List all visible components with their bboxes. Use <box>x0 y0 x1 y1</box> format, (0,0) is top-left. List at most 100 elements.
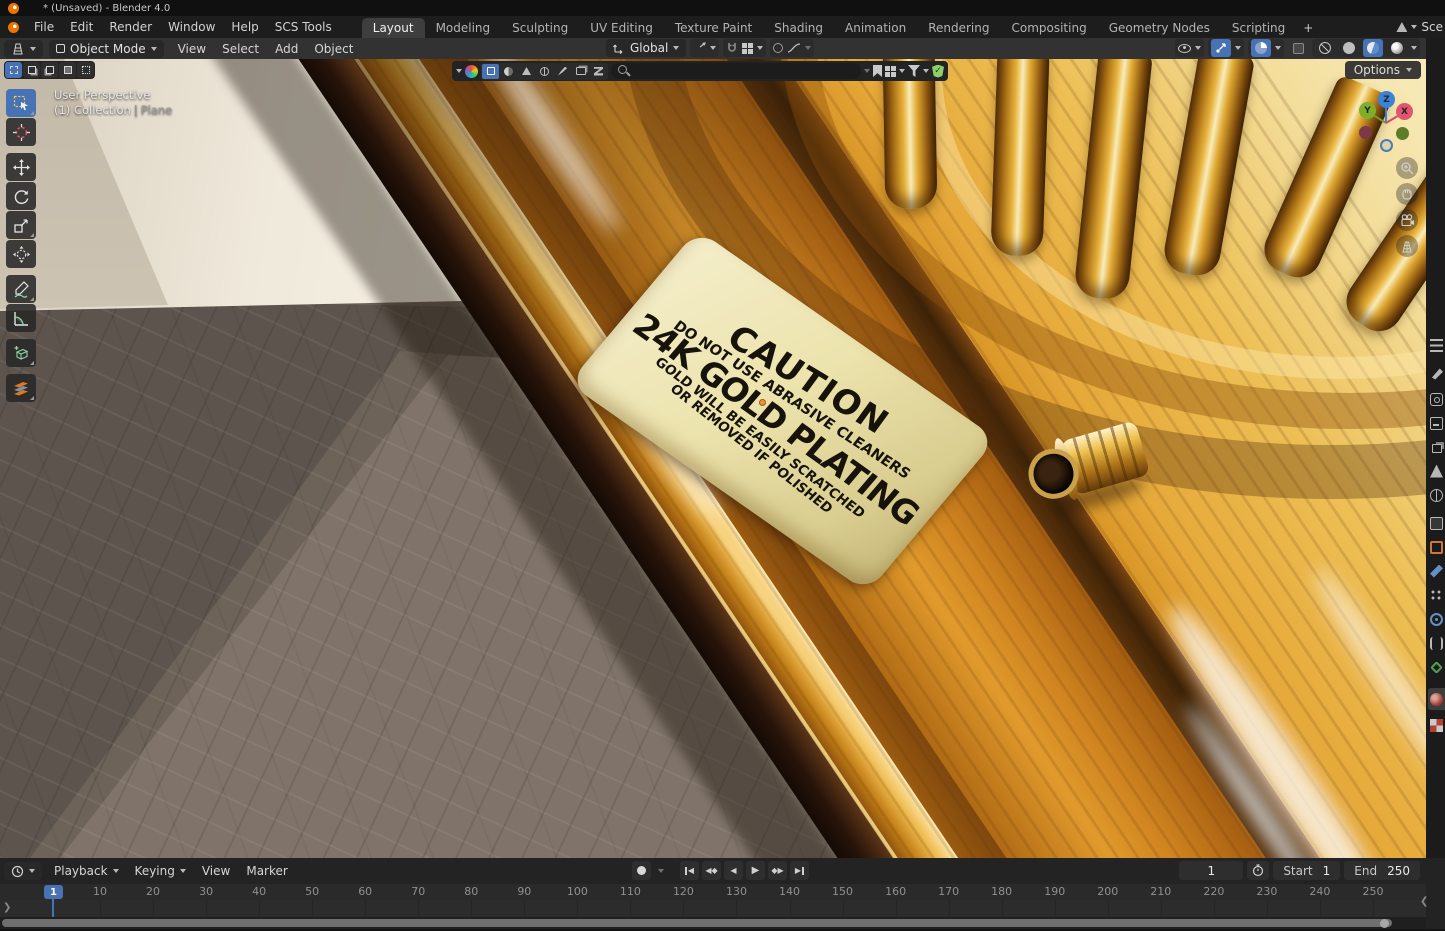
camera-view-button[interactable] <box>1396 209 1418 231</box>
props-tab-render[interactable] <box>1428 388 1445 410</box>
props-tab-object[interactable] <box>1428 536 1445 558</box>
menu-view[interactable]: View <box>170 42 214 56</box>
tab-modeling[interactable]: Modeling <box>425 18 502 38</box>
move-tool[interactable] <box>6 153 36 181</box>
3d-viewport[interactable]: CAUTION DO NOT USE ABRASIVE CLEANERS 24K… <box>0 59 1426 858</box>
filter-expand-chevron-icon[interactable] <box>456 69 462 73</box>
scs-addon-tool[interactable] <box>6 374 36 402</box>
magnet-icon[interactable] <box>726 42 738 55</box>
filter-shading-toggle[interactable] <box>500 64 517 79</box>
props-tab-editor[interactable] <box>1428 334 1445 356</box>
navigation-gizmo[interactable]: Z Y X <box>1350 83 1422 163</box>
shield-check-icon[interactable]: ✓ <box>932 65 944 78</box>
perspective-toggle-button[interactable] <box>1396 235 1418 257</box>
select-mode-intersect-button[interactable] <box>77 62 94 78</box>
filter-world-toggle[interactable] <box>536 64 553 79</box>
menu-playback[interactable]: Playback <box>46 864 127 878</box>
tab-layout[interactable]: Layout <box>362 18 425 38</box>
scene-selector[interactable]: Sce <box>1396 16 1445 38</box>
props-tab-data[interactable] <box>1428 656 1445 678</box>
shading-material-preview-button[interactable] <box>1363 39 1383 57</box>
snap-chevron-icon[interactable] <box>757 46 763 50</box>
props-tab-material[interactable] <box>1428 688 1445 710</box>
menu-select[interactable]: Select <box>214 42 267 56</box>
filter-image-toggle[interactable] <box>572 64 589 79</box>
show-gizmo-button[interactable] <box>1211 39 1231 57</box>
select-mode-new-button[interactable] <box>5 62 22 78</box>
timeline-expand-left-icon[interactable]: ❯ <box>3 902 11 913</box>
jump-to-start-button[interactable]: ◀ <box>680 861 699 880</box>
mode-dropdown[interactable]: Object Mode <box>49 40 164 58</box>
pan-button[interactable] <box>1396 183 1418 205</box>
props-tab-output[interactable] <box>1428 412 1445 434</box>
material-ball-icon[interactable] <box>465 65 478 78</box>
start-frame-field[interactable]: Start1 <box>1273 861 1340 880</box>
blender-menu-logo[interactable] <box>0 22 26 33</box>
tab-texture-paint[interactable]: Texture Paint <box>664 18 763 38</box>
menu-keying[interactable]: Keying <box>127 864 194 878</box>
timeline-ruler[interactable]: 1 10203040506070809010011012013014015016… <box>0 884 1426 900</box>
props-tab-constraints[interactable] <box>1428 632 1445 654</box>
gizmo-neg-z-ball[interactable] <box>1380 139 1393 152</box>
end-frame-field[interactable]: End250 <box>1344 861 1420 880</box>
show-overlays-button[interactable] <box>1251 39 1271 57</box>
filter-scene-toggle[interactable] <box>518 64 535 79</box>
transform-orientation-dropdown[interactable]: Global <box>606 39 686 57</box>
select-mode-invert-button[interactable] <box>59 62 76 78</box>
menu-render[interactable]: Render <box>101 20 160 34</box>
props-tab-collection[interactable] <box>1428 512 1445 534</box>
options-button[interactable]: Options <box>1345 61 1421 79</box>
props-tab-world[interactable] <box>1428 484 1445 506</box>
tab-geometry-nodes[interactable]: Geometry Nodes <box>1098 18 1221 38</box>
timeline-tracks[interactable] <box>0 900 1426 917</box>
tab-compositing[interactable]: Compositing <box>1000 18 1097 38</box>
funnel-chevron-icon[interactable] <box>923 69 929 73</box>
search-input[interactable] <box>611 63 861 79</box>
scale-tool[interactable] <box>6 211 36 239</box>
cursor-tool[interactable] <box>6 118 36 146</box>
menu-file[interactable]: File <box>26 20 62 34</box>
measure-tool[interactable] <box>6 304 36 332</box>
gizmo-chevron-icon[interactable] <box>1235 46 1241 50</box>
overlays-chevron-icon[interactable] <box>1275 46 1281 50</box>
rotate-tool[interactable] <box>6 182 36 210</box>
tab-scripting[interactable]: Scripting <box>1221 18 1296 38</box>
filter-rig-toggle[interactable] <box>590 64 607 79</box>
gizmo-neg-y-ball[interactable] <box>1396 127 1409 140</box>
timeline-scrollbar[interactable] <box>2 919 1392 927</box>
gizmo-y-axis-ball[interactable]: Y <box>1359 102 1376 119</box>
add-workspace-button[interactable]: + <box>1296 18 1320 38</box>
current-frame-field[interactable]: 1 <box>1179 861 1243 880</box>
tab-shading[interactable]: Shading <box>763 18 834 38</box>
props-tab-physics[interactable] <box>1428 608 1445 630</box>
gizmo-z-axis-ball[interactable]: Z <box>1378 91 1395 108</box>
visibility-dropdown[interactable] <box>1175 39 1204 57</box>
timeline-scrollbar-handle[interactable] <box>1380 919 1389 928</box>
bookmark-icon[interactable] <box>873 65 882 77</box>
proportional-chevron-icon[interactable] <box>805 46 811 50</box>
filter-brush-toggle[interactable] <box>554 64 571 79</box>
use-preview-range-button[interactable] <box>1247 861 1269 880</box>
playhead-box[interactable]: 1 <box>44 885 63 899</box>
scene-name[interactable]: Sce <box>1421 20 1443 34</box>
proportional-editing-icon[interactable] <box>773 43 783 53</box>
menu-marker[interactable]: Marker <box>238 864 295 878</box>
props-tab-particles[interactable] <box>1428 584 1445 606</box>
tab-sculpting[interactable]: Sculpting <box>501 18 579 38</box>
snap-target-dropdown[interactable] <box>690 39 719 57</box>
collapsed-chevron-icon[interactable] <box>864 69 870 73</box>
select-box-tool[interactable] <box>6 89 36 117</box>
props-tab-modifiers[interactable] <box>1428 560 1445 582</box>
shading-solid-button[interactable] <box>1339 39 1359 57</box>
snap-mode-icon[interactable] <box>742 43 753 54</box>
select-mode-subtract-button[interactable] <box>41 62 58 78</box>
display-mode-chevron-icon[interactable] <box>899 69 905 73</box>
shading-chevron-icon[interactable] <box>1411 46 1417 50</box>
shading-wireframe-button[interactable] <box>1315 39 1335 57</box>
select-mode-extend-button[interactable] <box>23 62 40 78</box>
filter-object-toggle[interactable] <box>482 64 499 79</box>
menu-edit[interactable]: Edit <box>62 20 101 34</box>
falloff-curve-icon[interactable] <box>787 42 801 54</box>
props-tab-viewlayer[interactable] <box>1428 436 1445 458</box>
add-cube-tool[interactable] <box>6 339 36 367</box>
